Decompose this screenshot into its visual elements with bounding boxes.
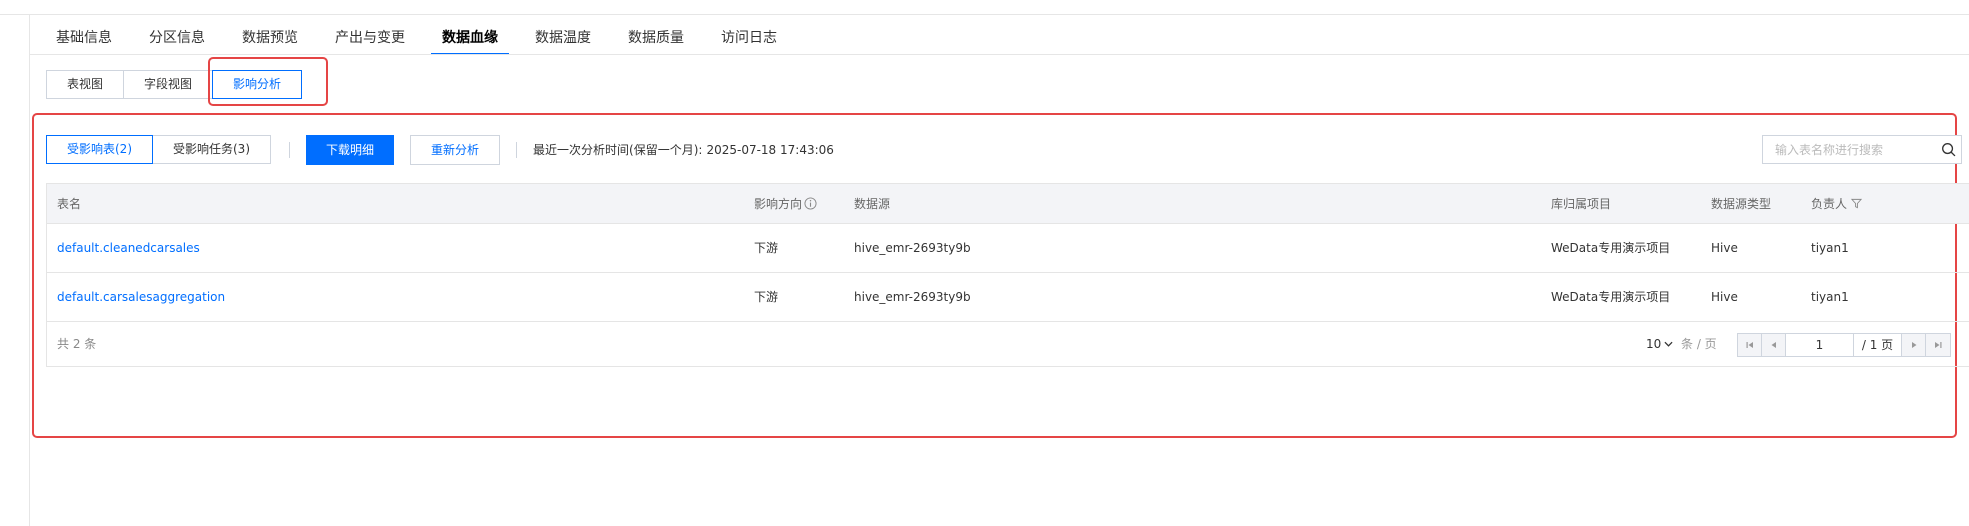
view-switcher: 表视图 字段视图 影响分析 xyxy=(46,70,303,99)
page-size-select[interactable]: 10 xyxy=(1646,322,1673,367)
view-tab-table[interactable]: 表视图 xyxy=(46,70,125,99)
per-page-label: 条 / 页 xyxy=(1681,337,1717,351)
prev-page-button[interactable] xyxy=(1762,334,1786,356)
next-page-button[interactable] xyxy=(1902,334,1926,356)
tab-data-lineage[interactable]: 数据血缘 xyxy=(431,24,509,55)
cell-direction: 下游 xyxy=(754,290,779,304)
chevron-down-icon xyxy=(1664,341,1673,347)
cell-direction: 下游 xyxy=(754,241,779,255)
view-tab-impact-analysis[interactable]: 影响分析 xyxy=(212,70,303,99)
total-count: 共 2 条 xyxy=(57,337,97,351)
table-row: default.cleanedcarsales 下游 hive_emr-2693… xyxy=(47,224,1969,273)
column-header-datasource: 数据源 xyxy=(854,197,891,211)
total-pages-label: / 1 页 xyxy=(1854,334,1902,356)
impact-table: 表名 影响方向 数据源 库归属项目 数据源类型 负责人 default.clea… xyxy=(46,183,1969,367)
first-page-button[interactable] xyxy=(1738,334,1762,356)
impact-filter-tabs: 受影响表(2) 受影响任务(3) xyxy=(46,135,271,164)
tab-output-changes[interactable]: 产出与变更 xyxy=(335,24,405,54)
last-page-icon xyxy=(1935,342,1942,348)
column-header-owner: 负责人 xyxy=(1811,184,1863,224)
tab-affected-tasks[interactable]: 受影响任务(3) xyxy=(152,135,271,164)
cell-datasource-type: Hive xyxy=(1711,241,1738,255)
left-divider xyxy=(29,15,30,526)
next-page-icon xyxy=(1911,342,1916,348)
cell-project: WeData专用演示项目 xyxy=(1551,241,1671,255)
page: 基础信息 分区信息 数据预览 产出与变更 数据血缘 数据温度 数据质量 访问日志… xyxy=(0,0,1969,526)
column-header-table-name: 表名 xyxy=(57,197,82,211)
column-header-owner-label: 负责人 xyxy=(1811,197,1848,211)
tab-partition-info[interactable]: 分区信息 xyxy=(149,24,205,54)
column-header-project: 库归属项目 xyxy=(1551,197,1612,211)
search-icon[interactable] xyxy=(1941,142,1956,157)
reanalyze-button[interactable]: 重新分析 xyxy=(410,134,501,165)
prev-page-icon xyxy=(1771,342,1776,348)
cell-datasource: hive_emr-2693ty9b xyxy=(854,241,971,255)
tabs-divider xyxy=(30,54,1969,55)
main-tabs: 基础信息 分区信息 数据预览 产出与变更 数据血缘 数据温度 数据质量 访问日志 xyxy=(56,24,814,55)
table-row: default.carsalesaggregation 下游 hive_emr-… xyxy=(47,273,1969,322)
tab-basic-info[interactable]: 基础信息 xyxy=(56,24,112,54)
cell-datasource: hive_emr-2693ty9b xyxy=(854,290,971,304)
download-details-button[interactable]: 下载明细 xyxy=(306,134,395,165)
info-icon[interactable] xyxy=(804,197,817,210)
page-number-input[interactable] xyxy=(1786,334,1854,356)
last-analysis-time: 2025-07-18 17:43:06 xyxy=(706,142,834,157)
tab-affected-tables[interactable]: 受影响表(2) xyxy=(46,135,153,164)
top-divider xyxy=(0,14,1969,15)
table-name-link[interactable]: default.carsalesaggregation xyxy=(57,273,225,321)
table-footer: 共 2 条 10 条 / 页 / 1 页 xyxy=(47,322,1969,367)
filter-icon[interactable] xyxy=(1851,198,1863,209)
cell-project: WeData专用演示项目 xyxy=(1551,290,1671,304)
first-page-icon xyxy=(1746,342,1753,348)
table-name-link[interactable]: default.cleanedcarsales xyxy=(57,224,200,272)
toolbar: 受影响表(2) 受影响任务(3) 下载明细 重新分析 最近一次分析时间(保留一个… xyxy=(46,134,834,165)
column-header-direction: 影响方向 xyxy=(754,184,817,224)
view-tab-field[interactable]: 字段视图 xyxy=(123,70,214,99)
tab-data-preview[interactable]: 数据预览 xyxy=(242,24,298,54)
pager: / 1 页 xyxy=(1737,333,1951,357)
last-page-button[interactable] xyxy=(1926,334,1950,356)
cell-datasource-type: Hive xyxy=(1711,290,1738,304)
tab-data-temperature[interactable]: 数据温度 xyxy=(535,24,591,54)
toolbar-separator xyxy=(516,141,518,158)
cell-owner: tiyan1 xyxy=(1811,241,1849,255)
cell-owner: tiyan1 xyxy=(1811,290,1849,304)
last-analysis-label: 最近一次分析时间(保留一个月): xyxy=(533,143,703,157)
tab-access-log[interactable]: 访问日志 xyxy=(721,24,777,54)
page-size-value: 10 xyxy=(1646,337,1662,351)
column-header-datasource-type: 数据源类型 xyxy=(1711,197,1772,211)
table-search xyxy=(1762,135,1962,164)
table-header: 表名 影响方向 数据源 库归属项目 数据源类型 负责人 xyxy=(47,184,1969,224)
search-input[interactable] xyxy=(1763,136,1933,163)
column-header-direction-label: 影响方向 xyxy=(754,197,803,211)
tab-data-quality[interactable]: 数据质量 xyxy=(628,24,684,54)
toolbar-separator xyxy=(289,141,290,158)
